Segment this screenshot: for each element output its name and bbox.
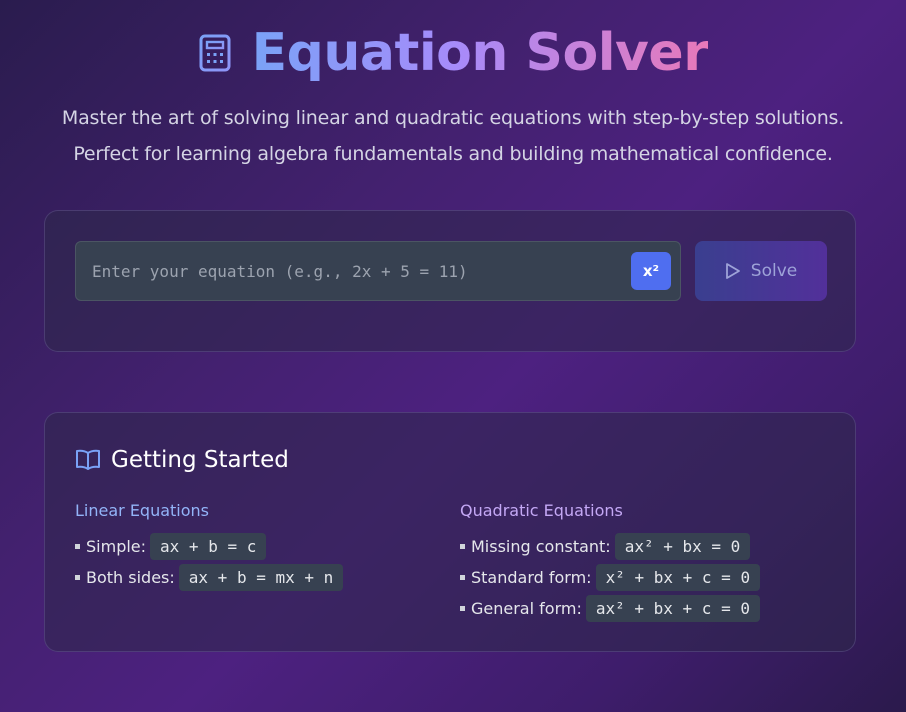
page-title: Equation Solver [251,23,709,83]
getting-started-card: Getting Started Linear Equations Simple:… [44,412,856,652]
equation-input[interactable] [76,242,616,300]
list-item: General form: ax² + bx + c = 0 [460,593,760,624]
quadratic-equations-title: Quadratic Equations [460,501,623,520]
insert-square-button[interactable]: x² [631,252,671,290]
quadratic-equations-section: Quadratic Equations Missing constant: ax… [460,501,761,624]
bullet [75,544,80,549]
play-icon [725,262,741,280]
bullet [460,606,465,611]
subtitle-line-1: Master the art of solving linear and qua… [61,107,845,129]
example-label: Both sides: [86,568,175,587]
page-subtitle: Master the art of solving linear and qua… [23,100,883,172]
example-label: Missing constant: [471,537,611,556]
example-label: Simple: [86,537,147,556]
bullet [75,575,80,580]
example-code: x² + bx + c = 0 [595,564,761,591]
solve-button[interactable]: Solve [695,241,827,301]
getting-started-title: Getting Started [111,447,289,473]
list-item: Simple: ax + b = c [75,531,343,562]
equation-input-wrapper: x² [75,241,681,301]
bullet [460,544,465,549]
example-label: General form: [471,599,582,618]
book-icon [75,449,101,471]
solve-button-label: Solve [750,261,798,281]
example-code: ax² + bx + c = 0 [585,595,760,622]
example-label: Standard form: [471,568,592,587]
getting-started-heading: Getting Started [75,447,289,473]
example-code: ax² + bx = 0 [614,533,751,560]
list-item: Both sides: ax + b = mx + n [75,562,344,593]
page-header: Equation Solver Master the art of solvin… [0,0,906,172]
linear-equations-title: Linear Equations [75,501,210,520]
example-code: ax + b = mx + n [178,564,344,591]
title-row: Equation Solver [0,22,906,84]
list-item: Standard form: x² + bx + c = 0 [460,562,761,593]
equation-input-card: x² Solve [44,210,856,352]
calculator-icon [198,33,232,73]
bullet [460,575,465,580]
example-code: ax + b = c [150,533,267,560]
linear-equations-section: Linear Equations Simple: ax + b = c Both… [75,501,344,593]
list-item: Missing constant: ax² + bx = 0 [460,531,760,562]
subtitle-line-2: Perfect for learning algebra fundamental… [73,143,833,165]
